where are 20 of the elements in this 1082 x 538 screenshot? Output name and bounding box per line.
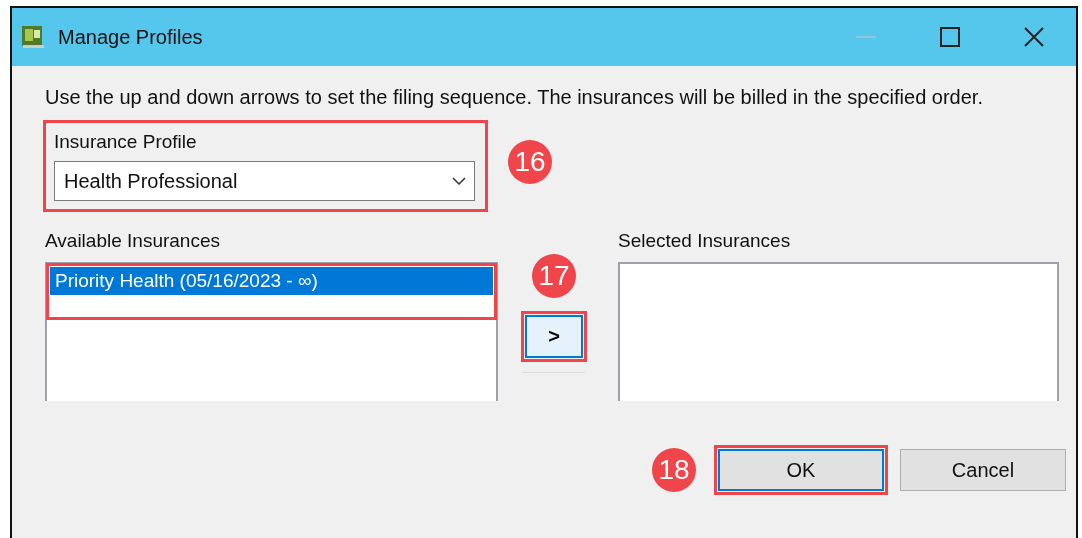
chevron-down-icon <box>452 177 466 185</box>
available-list[interactable]: Priority Health (05/16/2023 - ∞) <box>45 262 498 401</box>
app-icon <box>20 24 46 50</box>
window-title: Manage Profiles <box>58 25 203 49</box>
step-badge: 18 <box>652 448 696 492</box>
list-label: Available Insurances <box>45 230 221 252</box>
list-label: Selected Insurances <box>618 230 792 252</box>
ok-button[interactable]: OK <box>718 449 884 491</box>
step-badge: 17 <box>532 254 576 298</box>
selected-list[interactable] <box>618 262 1059 401</box>
maximize-icon <box>940 27 960 47</box>
cancel-button[interactable]: Cancel <box>900 449 1066 491</box>
add-button[interactable]: > <box>525 315 583 358</box>
close-icon <box>1024 27 1044 47</box>
step-badge: 16 <box>508 139 552 184</box>
profile-dropdown[interactable]: Health Professional <box>54 161 475 201</box>
minimize-icon <box>856 36 876 38</box>
list-item[interactable]: Priority Health (05/16/2023 - ∞) <box>50 267 493 295</box>
field-label: Insurance Profile <box>54 131 198 153</box>
instructions-text: Use the up and down arrows to set the filing sequence. The insurances will be billed in the specified order. <box>45 85 984 110</box>
